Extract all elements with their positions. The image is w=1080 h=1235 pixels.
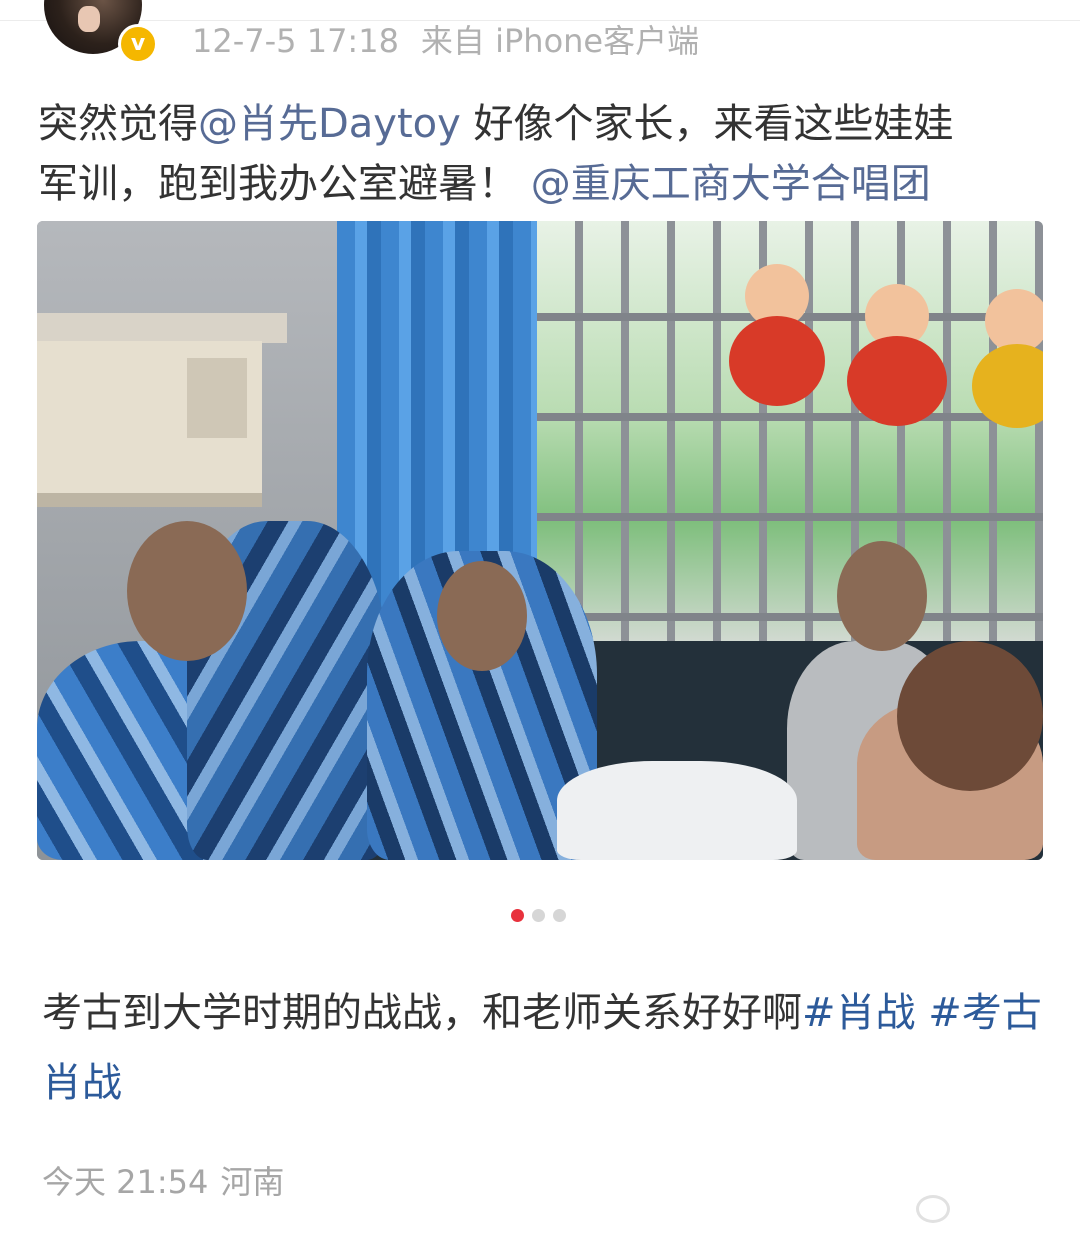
post-location: 河南 xyxy=(220,1163,285,1201)
post-text-part: 突然觉得 xyxy=(38,101,198,147)
carousel-dot[interactable] xyxy=(532,909,545,922)
post-text: 突然觉得@肖先Daytoy 好像个家长，来看这些娃娃 军训，跑到我办公室避暑！ … xyxy=(38,94,1048,214)
caption-body: 考古到大学时期的战战，和老师关系好好啊 xyxy=(42,990,802,1036)
post-text-part: 军训，跑到我办公室避暑！ xyxy=(38,161,518,207)
mention-link[interactable]: @肖先Daytoy xyxy=(198,101,461,147)
photo-head xyxy=(437,561,527,671)
weibo-watermark xyxy=(916,1190,1074,1228)
caption-text: 考古到大学时期的战战，和老师关系好好啊#肖战 #考古肖战 xyxy=(42,978,1042,1118)
photo-head xyxy=(837,541,927,651)
carousel-indicator xyxy=(511,909,566,923)
mention-link[interactable]: @重庆工商大学合唱团 xyxy=(531,161,931,207)
post-text-line-2: 军训，跑到我办公室避暑！ @重庆工商大学合唱团 xyxy=(38,154,1048,214)
post-text-part: 好像个家长，来看这些娃娃 xyxy=(460,101,954,147)
post-source: 来自 iPhone客户端 xyxy=(420,22,700,60)
post-meta: 12-7-5 17:18 来自 iPhone客户端 xyxy=(192,16,699,62)
carousel-dot[interactable] xyxy=(553,909,566,922)
post-text-line-1: 突然觉得@肖先Daytoy 好像个家长，来看这些娃娃 xyxy=(38,94,1048,154)
photo-head xyxy=(897,641,1043,791)
post-time: 今天 21:54 xyxy=(42,1163,209,1201)
post-photo[interactable] xyxy=(37,221,1043,860)
post-footer: 今天 21:54 河南 xyxy=(42,1157,284,1203)
photo-person xyxy=(557,761,797,860)
verified-badge-icon: v xyxy=(118,24,158,64)
photo-head xyxy=(127,521,247,661)
weibo-logo-icon xyxy=(916,1195,950,1223)
decorations-illustration xyxy=(729,264,1043,428)
carousel-dot[interactable] xyxy=(511,909,524,922)
hashtag-link[interactable]: #肖战 xyxy=(802,990,916,1036)
post-date: 12-7-5 17:18 xyxy=(192,22,399,60)
